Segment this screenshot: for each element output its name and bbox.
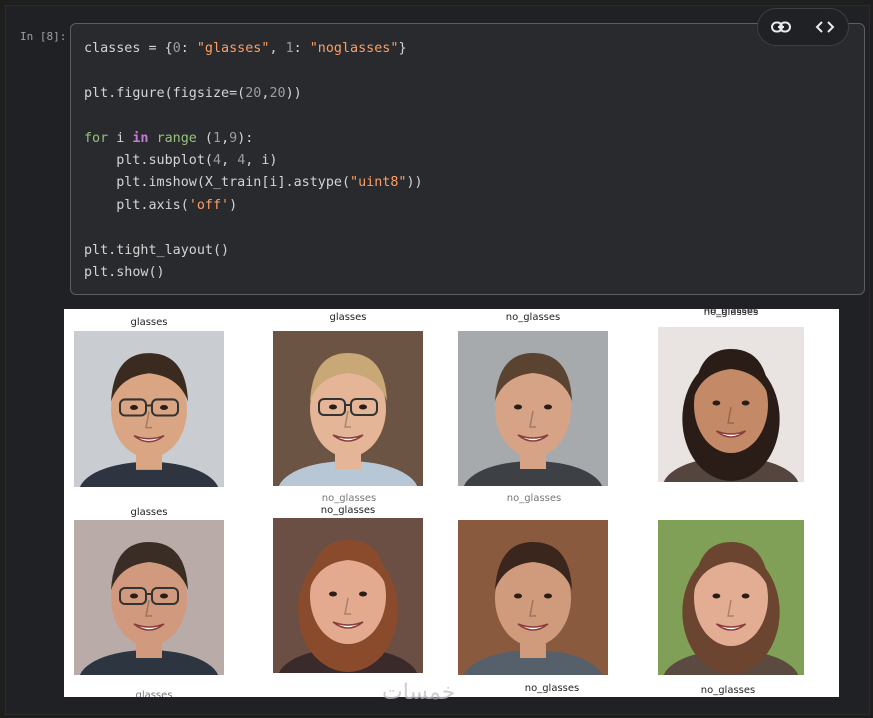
code-cell[interactable]: classes = {0: "glasses", 1: "noglasses"}… <box>70 23 865 295</box>
code-line: plt.subplot(4, 4, i) <box>84 152 278 168</box>
code-line: for i in range (1,9): <box>84 130 254 146</box>
face-image <box>458 331 608 486</box>
face-image <box>658 327 804 482</box>
subplot-title-bottom: no_glasses <box>524 683 580 694</box>
code-line: plt.figure(figsize=(20,20)) <box>84 85 302 101</box>
face-image <box>74 520 224 675</box>
subplot-title: no_glasses <box>320 505 376 516</box>
view-code-button[interactable] <box>810 13 840 41</box>
subplot-title: no_glasses <box>703 309 759 316</box>
subplot-title-partial: glasses <box>135 690 173 697</box>
subplot-title-partial: no_glasses <box>506 493 562 504</box>
face-image <box>273 518 423 673</box>
code-line: plt.axis('off') <box>84 197 238 213</box>
subplot-title: no_glasses <box>505 312 561 323</box>
link-button[interactable] <box>766 13 796 41</box>
subplot-title: glasses <box>130 507 168 518</box>
cell-prompt: In [8]: <box>20 30 67 43</box>
face-image <box>458 520 608 675</box>
link-icon <box>771 21 791 33</box>
face-image <box>273 331 423 486</box>
code-line: classes = {0: "glasses", 1: "noglasses"} <box>84 41 407 56</box>
code-line: plt.show() <box>84 264 165 280</box>
subplot-title-partial: no_glasses <box>321 493 377 504</box>
code-line: plt.tight_layout() <box>84 242 230 258</box>
watermark: خمسات <box>382 680 456 705</box>
face-image <box>74 331 224 487</box>
subplot-title-bottom: no_glasses <box>700 685 756 696</box>
cell-output-figure: glasses glasses no_glasses no_glasses glasse… <box>64 309 839 697</box>
code-line: plt.imshow(X_train[i].astype("uint8")) <box>84 175 423 191</box>
subplot-title: glasses <box>130 317 168 328</box>
face-image <box>658 520 804 675</box>
code-editor[interactable]: classes = {0: "glasses", 1: "noglasses"}… <box>84 38 423 284</box>
cell-toolbar <box>757 8 849 46</box>
subplot-title: glasses <box>329 312 367 323</box>
code-icon <box>815 21 835 33</box>
